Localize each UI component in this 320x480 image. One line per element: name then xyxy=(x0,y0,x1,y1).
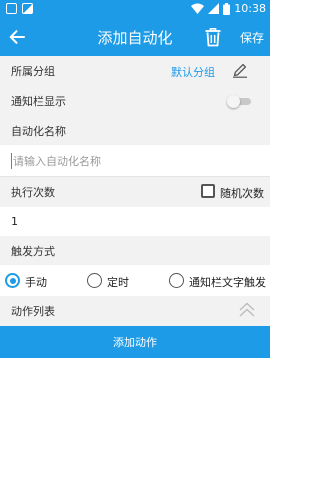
random-count-checkbox[interactable] xyxy=(201,184,215,198)
add-action-button[interactable]: 添加动作 xyxy=(0,326,270,358)
name-label-row: 自动化名称 xyxy=(0,116,270,145)
radio-manual-label[interactable]: 手动 xyxy=(25,274,47,290)
exec-count-label: 执行次数 xyxy=(11,186,55,199)
trigger-options-row: 手动 定时 通知栏文字触发 xyxy=(0,265,270,296)
random-count-label[interactable]: 随机次数 xyxy=(220,185,264,201)
edit-pencil-icon[interactable] xyxy=(232,62,248,78)
exec-count-value-row[interactable]: 1 xyxy=(0,207,270,236)
radio-scheduled[interactable] xyxy=(87,273,102,288)
notification-icon xyxy=(6,3,17,14)
image-notification-icon xyxy=(22,3,33,14)
collapse-up-icon[interactable] xyxy=(237,300,257,320)
automation-name-input[interactable] xyxy=(11,153,251,169)
radio-notification-text[interactable] xyxy=(169,273,184,288)
toggle-knob xyxy=(227,95,240,108)
app-bar: 添加自动化 保存 xyxy=(0,18,270,56)
trigger-label: 触发方式 xyxy=(11,244,55,258)
exec-count-value[interactable]: 1 xyxy=(0,215,18,228)
radio-manual[interactable] xyxy=(5,273,20,288)
actions-label: 动作列表 xyxy=(11,305,55,318)
page-title: 添加自动化 xyxy=(97,29,173,47)
radio-notification-text-label[interactable]: 通知栏文字触发 xyxy=(189,274,266,290)
exec-count-row: 执行次数 随机次数 xyxy=(0,177,270,207)
notification-row: 通知栏显示 xyxy=(0,85,270,116)
actions-row: 动作列表 xyxy=(0,296,270,326)
wifi-icon xyxy=(191,3,205,14)
battery-icon xyxy=(223,2,231,15)
notification-label: 通知栏显示 xyxy=(11,94,66,108)
name-label: 自动化名称 xyxy=(11,124,66,138)
delete-icon[interactable] xyxy=(204,27,222,47)
status-bar: 10:38 xyxy=(0,0,270,18)
notification-toggle[interactable] xyxy=(227,95,251,108)
group-value[interactable]: 默认分组 xyxy=(171,64,215,80)
group-label: 所属分组 xyxy=(11,64,55,78)
name-input-row xyxy=(0,145,270,177)
radio-scheduled-label[interactable]: 定时 xyxy=(107,274,129,290)
status-time: 10:38 xyxy=(234,2,266,15)
save-button[interactable]: 保存 xyxy=(240,29,264,46)
trigger-label-row: 触发方式 xyxy=(0,236,270,265)
signal-icon xyxy=(208,3,220,14)
group-row: 所属分组 默认分组 xyxy=(0,56,270,85)
